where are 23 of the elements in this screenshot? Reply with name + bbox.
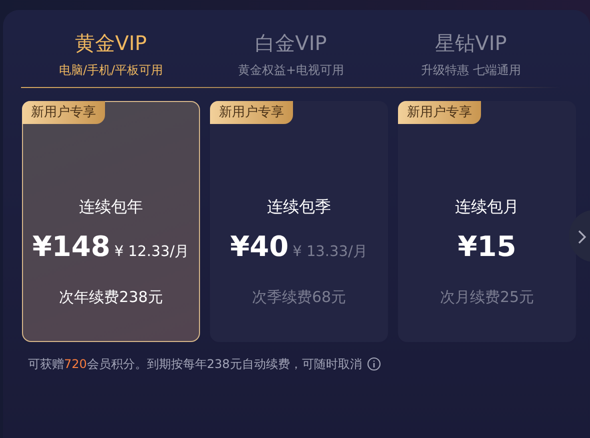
plan-name: 连续包月 — [454, 196, 520, 218]
new-user-badge: 新用户专享 — [398, 101, 481, 124]
plan-price: ¥148 — [32, 228, 110, 265]
info-icon[interactable] — [366, 357, 381, 371]
plan-card[interactable]: 新用户专享 连续包季 ¥40¥ 13.33/月 次季续费68元 — [210, 101, 388, 342]
new-user-badge: 新用户专享 — [22, 101, 105, 124]
vip-tab[interactable]: 星钻VIP 升级特惠 七端通用 — [381, 28, 561, 87]
plan-name: 连续包年 — [78, 196, 144, 218]
monthly-price: ¥ 12.33/月 — [114, 242, 190, 262]
plan-card[interactable]: 新用户专享 连续包年 ¥148¥ 12.33/月 次年续费238元 — [22, 101, 200, 342]
plan-card[interactable]: 新用户专享 连续包月 ¥15 次月续费25元 — [398, 101, 576, 342]
renewal-text: 次季续费68元 — [250, 286, 348, 308]
plan-price: ¥15 — [458, 228, 516, 265]
points-note: 可获赠720会员积分。到期按每年238元自动续费，可随时取消 — [28, 356, 362, 373]
vip-tab[interactable]: 黄金VIP 电脑/手机/平板可用 — [21, 28, 201, 87]
new-user-badge: 新用户专享 — [210, 101, 293, 124]
plan-price: ¥40 — [230, 228, 289, 265]
monthly-price: ¥ 13.33/月 — [292, 242, 368, 262]
chevron-right-icon — [576, 228, 588, 245]
plan-name: 连续包季 — [266, 196, 332, 218]
renewal-text: 次月续费25元 — [438, 286, 536, 308]
renewal-text: 次年续费238元 — [58, 286, 164, 308]
vip-tab[interactable]: 白金VIP 黄金权益+电视可用 — [201, 28, 381, 87]
